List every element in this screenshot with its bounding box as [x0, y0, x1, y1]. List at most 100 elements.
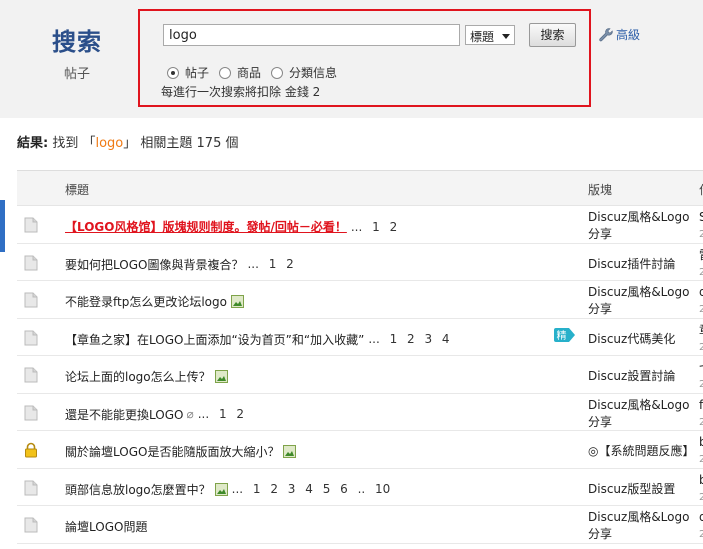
author-name[interactable]: b	[699, 435, 703, 449]
forum-link[interactable]: Discuz風格&Logo分享	[588, 397, 698, 431]
scope-option-products[interactable]: 商品	[219, 64, 261, 81]
search-button[interactable]: 搜索	[529, 23, 576, 47]
thread-title-link[interactable]: 【LOGO风格馆】版塊规则制度。發帖/回帖－必看！	[65, 218, 347, 235]
advanced-search-link[interactable]: 高級	[598, 26, 640, 43]
brand: 搜索 帖子	[50, 22, 104, 82]
author-cell[interactable]: b2	[699, 472, 703, 506]
search-form: 標題 搜索 帖子 商品 分類信息 每進行一次搜索將扣除 金錢 2	[138, 9, 591, 107]
thread-title-link[interactable]: 要如何把LOGO圖像與背景複合？	[65, 256, 243, 273]
forum-link[interactable]: Discuz插件討論	[588, 256, 698, 273]
thread-title-cell: 【LOGO风格馆】版塊规则制度。發帖/回帖－必看！ ... 1 2	[65, 218, 397, 235]
author-name[interactable]: d	[699, 285, 703, 299]
thread-pages[interactable]: ... 1 2	[351, 220, 397, 234]
header-title: 標題	[65, 183, 90, 197]
image-attachment-icon	[214, 370, 228, 383]
side-tab[interactable]	[0, 200, 5, 252]
thread-title-link[interactable]: 關於論壇LOGO是否能隨版面放大縮小？	[65, 443, 279, 460]
table-row: 要如何把LOGO圖像與背景複合？... 1 2Discuz插件討論雷2	[17, 244, 703, 281]
scope-option-classified[interactable]: 分類信息	[271, 64, 337, 81]
table-body: 【LOGO风格馆】版塊规则制度。發帖/回帖－必看！ ... 1 2 Discuz風格…	[17, 206, 703, 544]
scope-label-products: 商品	[237, 66, 262, 80]
author-name[interactable]: 雷	[699, 248, 703, 262]
author-name[interactable]: 章	[699, 323, 703, 337]
thread-pages[interactable]: ... 1 2 3 4 5 6 .. 10	[232, 482, 391, 496]
results-keyword: logo	[95, 136, 124, 151]
thread-title-link[interactable]: 論壇LOGO問題	[65, 518, 147, 535]
forum-link[interactable]: ◎【系統問題反應】	[588, 443, 698, 460]
thread-title-cell: 還是不能能更換LOGO ⌀ ... 1 2	[65, 406, 244, 423]
author-cell[interactable]: b2	[699, 434, 703, 468]
search-type-select[interactable]: 標題	[465, 25, 515, 45]
author-date: 2	[699, 229, 703, 240]
thread-icon[interactable]	[24, 292, 38, 308]
author-cell[interactable]: 七2	[699, 359, 703, 393]
forum-link[interactable]: Discuz風格&Logo分享	[588, 284, 698, 318]
forum-link[interactable]: Discuz風格&Logo分享	[588, 509, 698, 543]
author-cell[interactable]: S2	[699, 209, 703, 243]
table-row: 論壇LOGO問題 Discuz風格&Logo分享 d 2	[17, 506, 703, 544]
forum-link[interactable]: Discuz版型設置	[588, 481, 698, 498]
thread-icon[interactable]	[24, 217, 38, 233]
scope-option-threads[interactable]: 帖子	[167, 64, 209, 81]
table-row: 關於論壇LOGO是否能隨版面放大縮小？ ◎【系統問題反應】 b 2	[17, 431, 703, 469]
thread-title-link[interactable]: 【章鱼之家】在LOGO上面添加“设为首页”和“加入收藏”	[65, 331, 364, 348]
chevron-down-icon	[502, 34, 510, 39]
results-found: 找到 「	[52, 136, 96, 151]
advanced-label: 高級	[616, 28, 641, 42]
thread-pages[interactable]: ... 1 2	[247, 257, 293, 271]
radio-classified[interactable]	[271, 66, 284, 79]
results-suffix: 」 相關主題 175 個	[123, 136, 239, 151]
forum-link[interactable]: Discuz風格&Logo分享	[588, 209, 698, 243]
thread-title-link[interactable]: 论坛上面的logo怎么上传？	[65, 368, 211, 385]
thread-title-cell: 頭部信息放logo怎麼置中？ ... 1 2 3 4 5 6 .. 10	[65, 481, 390, 498]
radio-threads[interactable]	[167, 66, 179, 79]
search-header: 搜索 帖子 標題 搜索 帖子 商品 分類信息 每進行一次搜索將扣除 金錢 2	[0, 0, 703, 118]
thread-title-link[interactable]: 還是不能能更換LOGO	[65, 406, 183, 423]
author-cell[interactable]: 雷2	[699, 247, 703, 281]
author-cell[interactable]: d2	[699, 509, 703, 543]
author-date: 2	[699, 304, 703, 315]
radio-products[interactable]	[219, 66, 232, 79]
lock-icon[interactable]	[24, 442, 38, 458]
author-date: 2	[699, 379, 703, 390]
table-row: 還是不能能更換LOGO ⌀... 1 2 Discuz風格&Logo分享 f 2	[17, 394, 703, 431]
table-row: 【章鱼之家】在LOGO上面添加“设为首页”和“加入收藏” ... 1 2 3 4 精…	[17, 319, 703, 356]
author-name[interactable]: f	[699, 398, 703, 412]
thread-title-cell: 不能登录ftp怎么更改论坛logo	[65, 293, 244, 310]
thread-icon[interactable]	[24, 367, 38, 383]
header-author: 作	[699, 181, 703, 198]
author-date: 2	[699, 416, 703, 428]
image-attachment-icon	[283, 445, 297, 458]
thread-title-link[interactable]: 頭部信息放logo怎麼置中？	[65, 481, 211, 498]
author-date: 2	[699, 454, 703, 465]
thread-icon[interactable]	[24, 405, 38, 421]
forum-link[interactable]: Discuz代碼美化	[588, 331, 698, 348]
thread-pages[interactable]: ... 1 2	[198, 407, 244, 421]
author-name[interactable]: 七	[699, 360, 703, 374]
author-cell[interactable]: 章2	[699, 322, 703, 356]
thread-icon[interactable]	[24, 517, 38, 533]
author-cell[interactable]: d2	[699, 284, 703, 318]
digest-badge-icon: 精	[554, 327, 575, 342]
author-name[interactable]: b	[699, 473, 703, 487]
thread-icon[interactable]	[24, 480, 38, 496]
author-cell[interactable]: f2	[699, 397, 703, 431]
author-date: 2	[699, 266, 703, 278]
author-date: 2	[699, 529, 703, 540]
forum-link[interactable]: Discuz設置討論	[588, 368, 698, 385]
wrench-icon	[599, 27, 613, 41]
page-subtitle: 帖子	[63, 67, 90, 82]
search-type-value: 標題	[470, 30, 495, 44]
thread-icon[interactable]	[24, 255, 38, 271]
search-input[interactable]	[163, 24, 460, 46]
author-date: 2	[699, 341, 703, 353]
results-table: 標題 版塊 作 【LOGO风格馆】版塊规则制度。發帖/回帖－必看！ ... 1 2…	[17, 170, 703, 544]
thread-title-link[interactable]: 不能登录ftp怎么更改论坛logo	[65, 293, 227, 310]
author-name[interactable]: S	[699, 210, 703, 224]
thread-pages[interactable]: ... 1 2 3 4	[368, 332, 449, 346]
table-row: 论坛上面的logo怎么上传？Discuz設置討論七2	[17, 356, 703, 394]
author-date: 2	[699, 491, 703, 503]
author-name[interactable]: d	[699, 510, 703, 524]
thread-icon[interactable]	[24, 330, 38, 346]
scope-label-classified: 分類信息	[289, 66, 338, 80]
